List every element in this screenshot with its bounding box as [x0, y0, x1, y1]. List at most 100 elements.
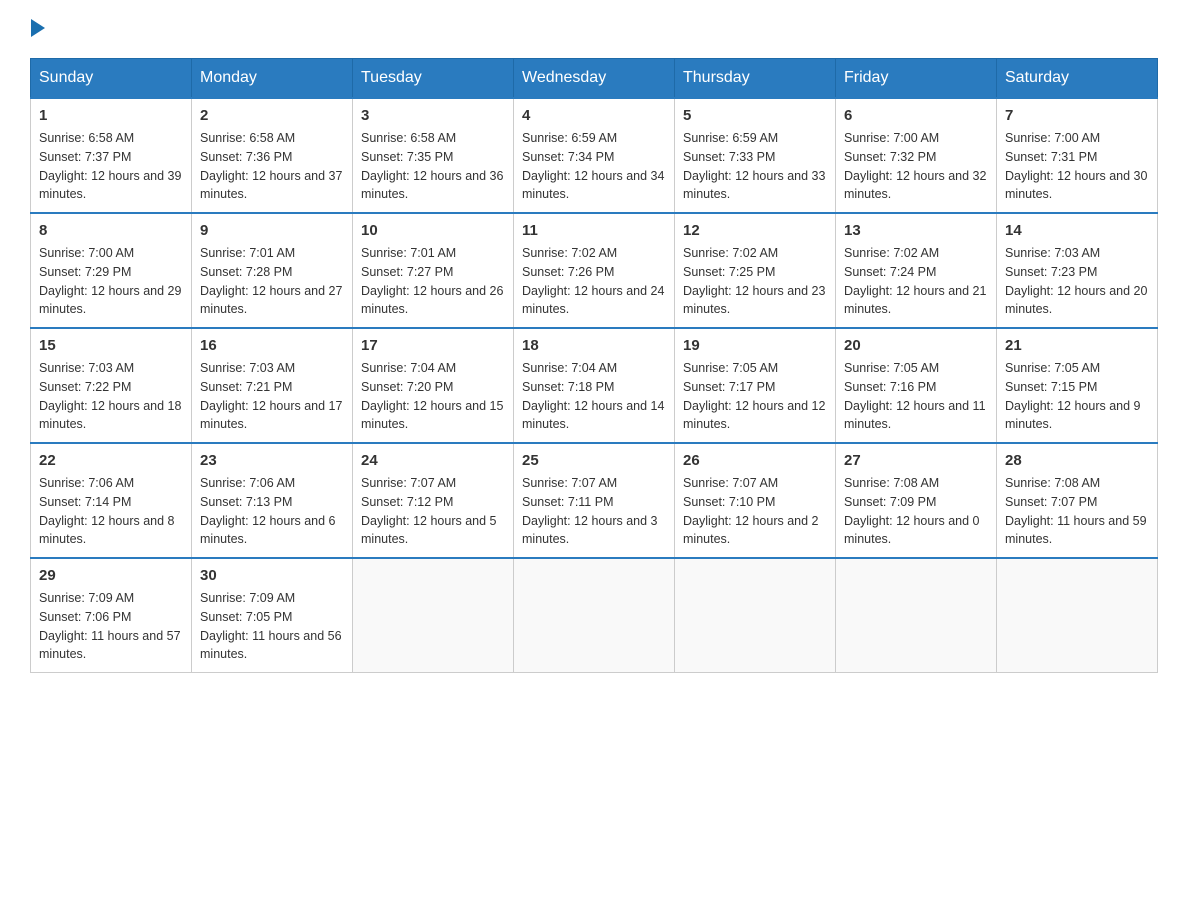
calendar-day-cell [997, 558, 1158, 673]
calendar-day-cell: 2 Sunrise: 6:58 AM Sunset: 7:36 PM Daylig… [192, 98, 353, 213]
day-info: Sunrise: 7:05 AM Sunset: 7:16 PM Dayligh… [844, 359, 988, 434]
day-number: 6 [844, 107, 988, 124]
day-number: 5 [683, 107, 827, 124]
day-info: Sunrise: 7:03 AM Sunset: 7:22 PM Dayligh… [39, 359, 183, 434]
day-number: 4 [522, 107, 666, 124]
calendar-day-cell: 1 Sunrise: 6:58 AM Sunset: 7:37 PM Daylig… [31, 98, 192, 213]
calendar-day-cell: 4 Sunrise: 6:59 AM Sunset: 7:34 PM Daylig… [514, 98, 675, 213]
day-info: Sunrise: 7:03 AM Sunset: 7:23 PM Dayligh… [1005, 244, 1149, 319]
logo-arrow-icon [31, 19, 45, 37]
calendar-day-cell [353, 558, 514, 673]
day-number: 28 [1005, 452, 1149, 469]
day-number: 16 [200, 337, 344, 354]
calendar-week-row: 1 Sunrise: 6:58 AM Sunset: 7:37 PM Daylig… [31, 98, 1158, 213]
day-number: 15 [39, 337, 183, 354]
calendar-day-cell: 27 Sunrise: 7:08 AM Sunset: 7:09 PM Dayli… [836, 443, 997, 558]
day-number: 2 [200, 107, 344, 124]
day-number: 27 [844, 452, 988, 469]
day-info: Sunrise: 7:04 AM Sunset: 7:20 PM Dayligh… [361, 359, 505, 434]
day-number: 30 [200, 567, 344, 584]
day-number: 14 [1005, 222, 1149, 239]
calendar-day-cell: 14 Sunrise: 7:03 AM Sunset: 7:23 PM Dayli… [997, 213, 1158, 328]
day-info: Sunrise: 7:03 AM Sunset: 7:21 PM Dayligh… [200, 359, 344, 434]
day-number: 17 [361, 337, 505, 354]
day-info: Sunrise: 7:08 AM Sunset: 7:09 PM Dayligh… [844, 474, 988, 549]
calendar-day-cell: 28 Sunrise: 7:08 AM Sunset: 7:07 PM Dayli… [997, 443, 1158, 558]
calendar-week-row: 8 Sunrise: 7:00 AM Sunset: 7:29 PM Daylig… [31, 213, 1158, 328]
day-of-week-header: Sunday [31, 59, 192, 99]
day-number: 10 [361, 222, 505, 239]
day-info: Sunrise: 7:07 AM Sunset: 7:10 PM Dayligh… [683, 474, 827, 549]
day-number: 21 [1005, 337, 1149, 354]
calendar-day-cell: 3Sunrise: 6:58 AM Sunset: 7:35 PM Daylig… [353, 98, 514, 213]
day-of-week-header: Tuesday [353, 59, 514, 99]
day-info: Sunrise: 7:06 AM Sunset: 7:14 PM Dayligh… [39, 474, 183, 549]
day-info: Sunrise: 7:08 AM Sunset: 7:07 PM Dayligh… [1005, 474, 1149, 549]
calendar-day-cell: 30Sunrise: 7:09 AM Sunset: 7:05 PM Dayli… [192, 558, 353, 673]
calendar-day-cell: 6Sunrise: 7:00 AM Sunset: 7:32 PM Daylig… [836, 98, 997, 213]
day-info: Sunrise: 7:02 AM Sunset: 7:25 PM Dayligh… [683, 244, 827, 319]
calendar-day-cell: 24 Sunrise: 7:07 AM Sunset: 7:12 PM Dayli… [353, 443, 514, 558]
page-header [30, 20, 1158, 38]
calendar-week-row: 29Sunrise: 7:09 AM Sunset: 7:06 PM Dayli… [31, 558, 1158, 673]
calendar-day-cell [675, 558, 836, 673]
day-info: Sunrise: 7:04 AM Sunset: 7:18 PM Dayligh… [522, 359, 666, 434]
day-number: 29 [39, 567, 183, 584]
day-info: Sunrise: 6:58 AM Sunset: 7:36 PM Dayligh… [200, 129, 344, 204]
calendar-day-cell: 7 Sunrise: 7:00 AM Sunset: 7:31 PM Daylig… [997, 98, 1158, 213]
day-number: 24 [361, 452, 505, 469]
day-info: Sunrise: 7:00 AM Sunset: 7:29 PM Dayligh… [39, 244, 183, 319]
calendar-day-cell: 16 Sunrise: 7:03 AM Sunset: 7:21 PM Dayli… [192, 328, 353, 443]
calendar-day-cell [514, 558, 675, 673]
day-of-week-header: Friday [836, 59, 997, 99]
calendar-day-cell: 10 Sunrise: 7:01 AM Sunset: 7:27 PM Dayli… [353, 213, 514, 328]
day-info: Sunrise: 7:02 AM Sunset: 7:26 PM Dayligh… [522, 244, 666, 319]
calendar-day-cell: 20 Sunrise: 7:05 AM Sunset: 7:16 PM Dayli… [836, 328, 997, 443]
calendar-week-row: 15 Sunrise: 7:03 AM Sunset: 7:22 PM Dayli… [31, 328, 1158, 443]
day-number: 25 [522, 452, 666, 469]
calendar-day-cell: 26 Sunrise: 7:07 AM Sunset: 7:10 PM Dayli… [675, 443, 836, 558]
calendar-day-cell: 9 Sunrise: 7:01 AM Sunset: 7:28 PM Daylig… [192, 213, 353, 328]
day-number: 12 [683, 222, 827, 239]
day-number: 23 [200, 452, 344, 469]
calendar-day-cell: 21Sunrise: 7:05 AM Sunset: 7:15 PM Dayli… [997, 328, 1158, 443]
calendar-day-cell: 22 Sunrise: 7:06 AM Sunset: 7:14 PM Dayli… [31, 443, 192, 558]
day-number: 1 [39, 107, 183, 124]
day-info: Sunrise: 7:06 AM Sunset: 7:13 PM Dayligh… [200, 474, 344, 549]
day-info: Sunrise: 6:59 AM Sunset: 7:34 PM Dayligh… [522, 129, 666, 204]
day-of-week-header: Wednesday [514, 59, 675, 99]
calendar-day-cell: 18 Sunrise: 7:04 AM Sunset: 7:18 PM Dayli… [514, 328, 675, 443]
day-info: Sunrise: 6:58 AM Sunset: 7:37 PM Dayligh… [39, 129, 183, 204]
calendar-day-cell: 8 Sunrise: 7:00 AM Sunset: 7:29 PM Daylig… [31, 213, 192, 328]
day-of-week-header: Thursday [675, 59, 836, 99]
logo [30, 20, 45, 38]
day-info: Sunrise: 7:01 AM Sunset: 7:28 PM Dayligh… [200, 244, 344, 319]
day-number: 20 [844, 337, 988, 354]
calendar-day-cell: 29Sunrise: 7:09 AM Sunset: 7:06 PM Dayli… [31, 558, 192, 673]
day-number: 26 [683, 452, 827, 469]
calendar-day-cell: 13Sunrise: 7:02 AM Sunset: 7:24 PM Dayli… [836, 213, 997, 328]
calendar-day-cell: 19Sunrise: 7:05 AM Sunset: 7:17 PM Dayli… [675, 328, 836, 443]
calendar-day-cell [836, 558, 997, 673]
calendar-day-cell: 15 Sunrise: 7:03 AM Sunset: 7:22 PM Dayli… [31, 328, 192, 443]
day-info: Sunrise: 6:59 AM Sunset: 7:33 PM Dayligh… [683, 129, 827, 204]
calendar-day-cell: 23 Sunrise: 7:06 AM Sunset: 7:13 PM Dayli… [192, 443, 353, 558]
day-info: Sunrise: 7:00 AM Sunset: 7:31 PM Dayligh… [1005, 129, 1149, 204]
calendar-table: SundayMondayTuesdayWednesdayThursdayFrid… [30, 58, 1158, 673]
day-number: 7 [1005, 107, 1149, 124]
calendar-day-cell: 17 Sunrise: 7:04 AM Sunset: 7:20 PM Dayli… [353, 328, 514, 443]
day-number: 9 [200, 222, 344, 239]
calendar-day-cell: 5 Sunrise: 6:59 AM Sunset: 7:33 PM Daylig… [675, 98, 836, 213]
day-number: 8 [39, 222, 183, 239]
day-info: Sunrise: 7:01 AM Sunset: 7:27 PM Dayligh… [361, 244, 505, 319]
day-info: Sunrise: 7:07 AM Sunset: 7:11 PM Dayligh… [522, 474, 666, 549]
calendar-day-cell: 11Sunrise: 7:02 AM Sunset: 7:26 PM Dayli… [514, 213, 675, 328]
calendar-day-cell: 25 Sunrise: 7:07 AM Sunset: 7:11 PM Dayli… [514, 443, 675, 558]
day-number: 22 [39, 452, 183, 469]
calendar-day-cell: 12 Sunrise: 7:02 AM Sunset: 7:25 PM Dayli… [675, 213, 836, 328]
day-number: 13 [844, 222, 988, 239]
day-of-week-header: Saturday [997, 59, 1158, 99]
day-number: 18 [522, 337, 666, 354]
day-info: Sunrise: 7:07 AM Sunset: 7:12 PM Dayligh… [361, 474, 505, 549]
calendar-header: SundayMondayTuesdayWednesdayThursdayFrid… [31, 59, 1158, 99]
